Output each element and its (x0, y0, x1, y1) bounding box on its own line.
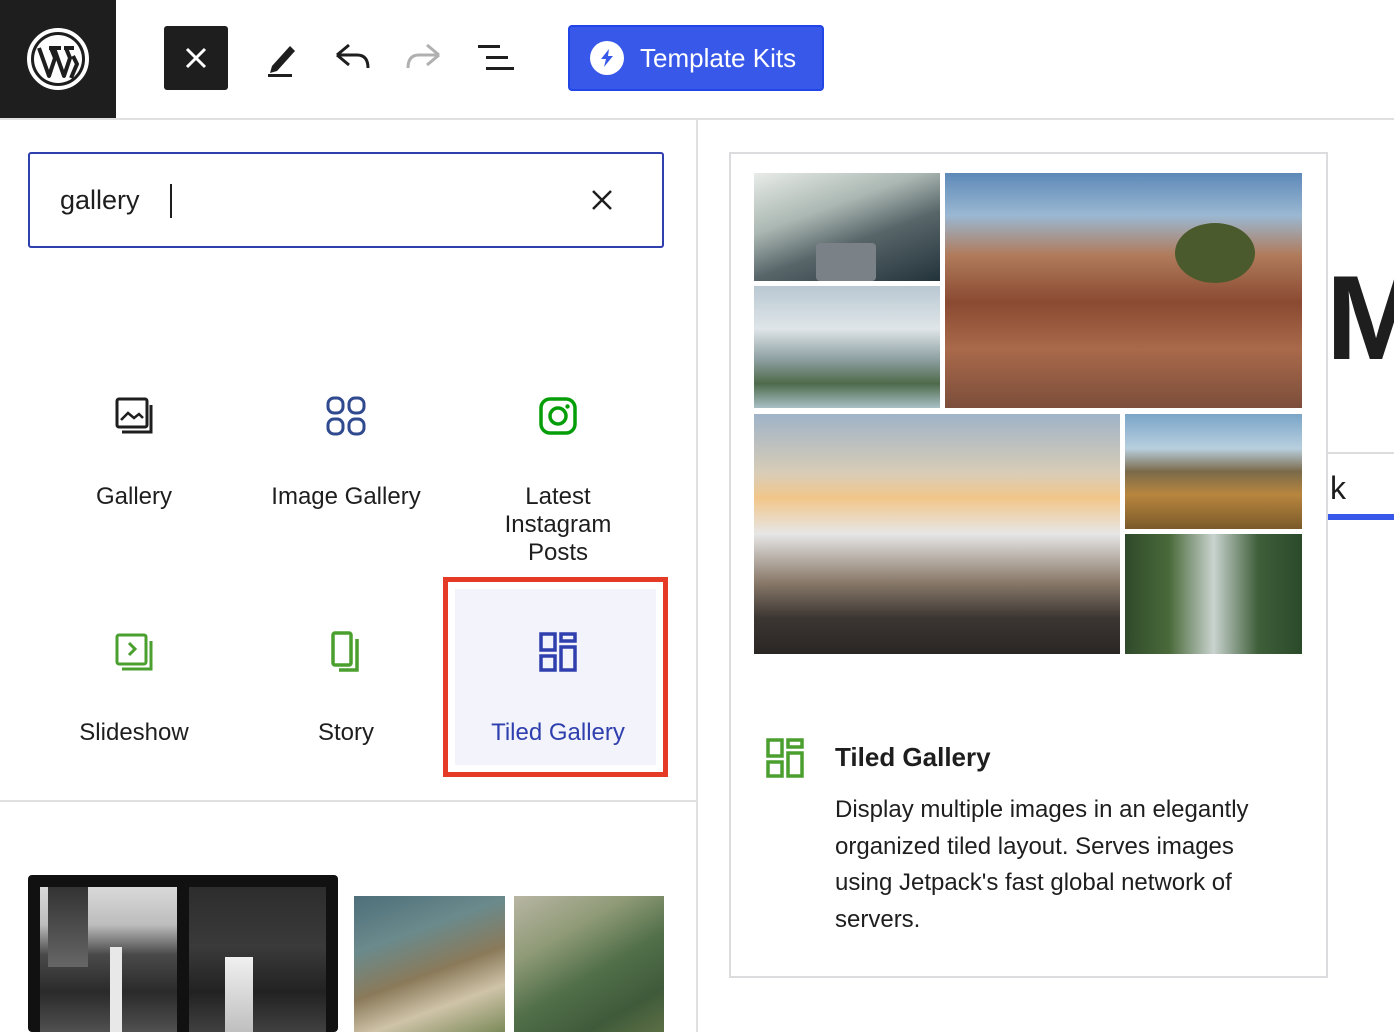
gallery-icon (115, 397, 153, 434)
template-kits-label: Template Kits (640, 42, 797, 73)
wordpress-logo-button[interactable] (0, 0, 116, 118)
close-icon (592, 190, 612, 210)
preview-description: Display multiple images in an elegantly … (835, 796, 1249, 933)
preview-image-mountain-lake (754, 286, 940, 408)
pattern-preview-fields[interactable] (514, 896, 664, 1032)
block-item-gallery[interactable]: Gallery (28, 393, 240, 511)
preview-image-clouds-sunset (754, 414, 1120, 654)
undo-button[interactable] (330, 36, 374, 80)
block-search-box[interactable] (28, 152, 664, 248)
close-icon (185, 47, 207, 69)
panel-divider (696, 120, 698, 1032)
text-caret (170, 184, 172, 218)
block-item-tiled-gallery[interactable]: Tiled Gallery (452, 629, 664, 747)
image-gallery-icon (326, 396, 366, 436)
preview-image-forest-autumn (1125, 414, 1302, 529)
redo-button[interactable] (402, 36, 446, 80)
wordpress-icon (27, 28, 89, 90)
tiled-gallery-icon (766, 738, 804, 778)
redo-icon (406, 43, 440, 69)
preview-image-kettle (754, 173, 940, 281)
editor-toolbar: Template Kits (0, 0, 1394, 120)
story-icon (331, 631, 359, 672)
preview-image-canyon (945, 173, 1302, 408)
section-divider (0, 800, 696, 802)
preview-image-forest-river (1125, 534, 1302, 654)
waterfall-image (189, 887, 326, 1032)
block-item-slideshow[interactable]: Slideshow (28, 629, 240, 747)
clear-search-button[interactable] (586, 184, 618, 216)
pencil-icon (268, 46, 295, 77)
block-label: Image Gallery (271, 483, 421, 510)
block-label: Latest Instagram Posts (504, 483, 612, 566)
block-item-story[interactable]: Story (240, 629, 452, 747)
pattern-preview-coast[interactable] (354, 896, 505, 1032)
close-inserter-button[interactable] (164, 26, 228, 90)
block-item-latest-instagram-posts[interactable]: Latest Instagram Posts (452, 393, 664, 567)
waterfall-image (40, 887, 177, 1032)
block-label: Tiled Gallery (491, 719, 625, 746)
slideshow-icon (115, 633, 153, 671)
template-kits-icon (590, 41, 624, 75)
tiled-gallery-icon (539, 632, 577, 672)
document-overview-button[interactable] (474, 36, 518, 80)
background-text-fragment: k (1330, 470, 1346, 506)
undo-icon (336, 43, 370, 69)
template-kits-button[interactable]: Template Kits (568, 25, 824, 91)
block-search-input[interactable] (60, 180, 560, 220)
block-label: Gallery (95, 483, 173, 510)
block-label: Slideshow (79, 719, 189, 746)
tools-button[interactable] (258, 36, 302, 80)
instagram-icon (539, 397, 577, 435)
block-item-image-gallery[interactable]: Image Gallery (240, 393, 452, 511)
pattern-preview-waterfalls[interactable] (28, 875, 338, 1032)
background-input-border (1328, 452, 1394, 454)
list-view-icon (478, 45, 514, 70)
preview-title: Tiled Gallery (835, 742, 991, 772)
block-label: Story (317, 719, 374, 746)
background-accent-line (1328, 514, 1394, 520)
background-heading-fragment: M (1326, 258, 1394, 378)
